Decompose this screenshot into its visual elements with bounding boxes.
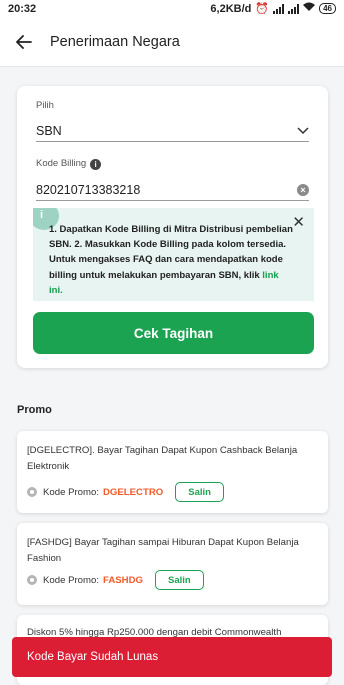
coupon-icon — [27, 487, 37, 497]
notice-text: 1. Dapatkan Kode Billing di Mitra Distri… — [49, 222, 295, 298]
product-select[interactable]: SBN — [36, 120, 309, 142]
cek-tagihan-button[interactable]: Cek Tagihan — [33, 312, 314, 354]
copy-button[interactable]: Salin — [175, 482, 224, 502]
arrow-left-icon — [16, 34, 32, 49]
close-icon[interactable]: ✕ — [292, 213, 305, 231]
copy-button[interactable]: Salin — [154, 570, 204, 590]
promo-card[interactable]: [DGELECTRO]. Bayar Tagihan Dapat Kupon C… — [17, 431, 328, 513]
promo-code-row: Kode Promo: FASHDG Salin — [27, 570, 204, 590]
chevron-down-icon — [297, 126, 309, 134]
billing-input-value: 820210713383218 — [36, 182, 141, 197]
info-icon[interactable]: i — [90, 159, 102, 170]
product-select-value: SBN — [36, 123, 62, 138]
notice-body: 1. Dapatkan Kode Billing di Mitra Distri… — [49, 224, 293, 281]
wifi-icon — [303, 2, 316, 15]
toast-message: Kode Bayar Sudah Lunas — [12, 637, 332, 677]
page-title: Penerimaan Negara — [50, 33, 180, 50]
promo-code-label: Kode Promo: — [43, 574, 99, 586]
promo-code: FASHDG — [103, 574, 143, 586]
status-indicators: 6,2KB/d ⏰ 46 — [210, 2, 336, 15]
clear-icon[interactable]: × — [297, 183, 309, 196]
status-bar: 20:32 6,2KB/d ⏰ 46 — [0, 0, 344, 17]
back-button[interactable] — [12, 30, 36, 54]
status-time: 20:32 — [8, 2, 37, 15]
promo-description: [FASHDG] Bayar Tagihan sampai Hiburan Da… — [27, 537, 299, 564]
signal-icon-2 — [288, 3, 300, 14]
billing-form-card: Pilih SBN Kode Billing i 820210713383218 … — [17, 86, 328, 368]
promo-description: [DGELECTRO]. Bayar Tagihan Dapat Kupon C… — [27, 445, 298, 472]
signal-icon — [273, 3, 285, 14]
promo-card[interactable]: [FASHDG] Bayar Tagihan sampai Hiburan Da… — [17, 523, 328, 605]
pilih-label: Pilih — [36, 100, 54, 111]
app-bar: Penerimaan Negara — [0, 17, 344, 67]
promo-code: DGELECTRO — [103, 486, 164, 498]
promo-section-title: Promo — [17, 404, 52, 416]
alarm-icon: ⏰ — [255, 3, 270, 15]
network-speed: 6,2KB/d — [210, 2, 252, 15]
promo-code-label: Kode Promo: — [43, 486, 99, 498]
battery-icon: 46 — [319, 3, 336, 14]
billing-label: Kode Billing i — [36, 158, 102, 170]
coupon-icon — [27, 575, 37, 585]
billing-input[interactable]: 820210713383218 × — [36, 179, 309, 201]
billing-label-text: Kode Billing — [36, 158, 87, 169]
promo-code-row: Kode Promo: DGELECTRO Salin — [27, 482, 224, 502]
info-notice: i 1. Dapatkan Kode Billing di Mitra Dist… — [33, 208, 314, 301]
